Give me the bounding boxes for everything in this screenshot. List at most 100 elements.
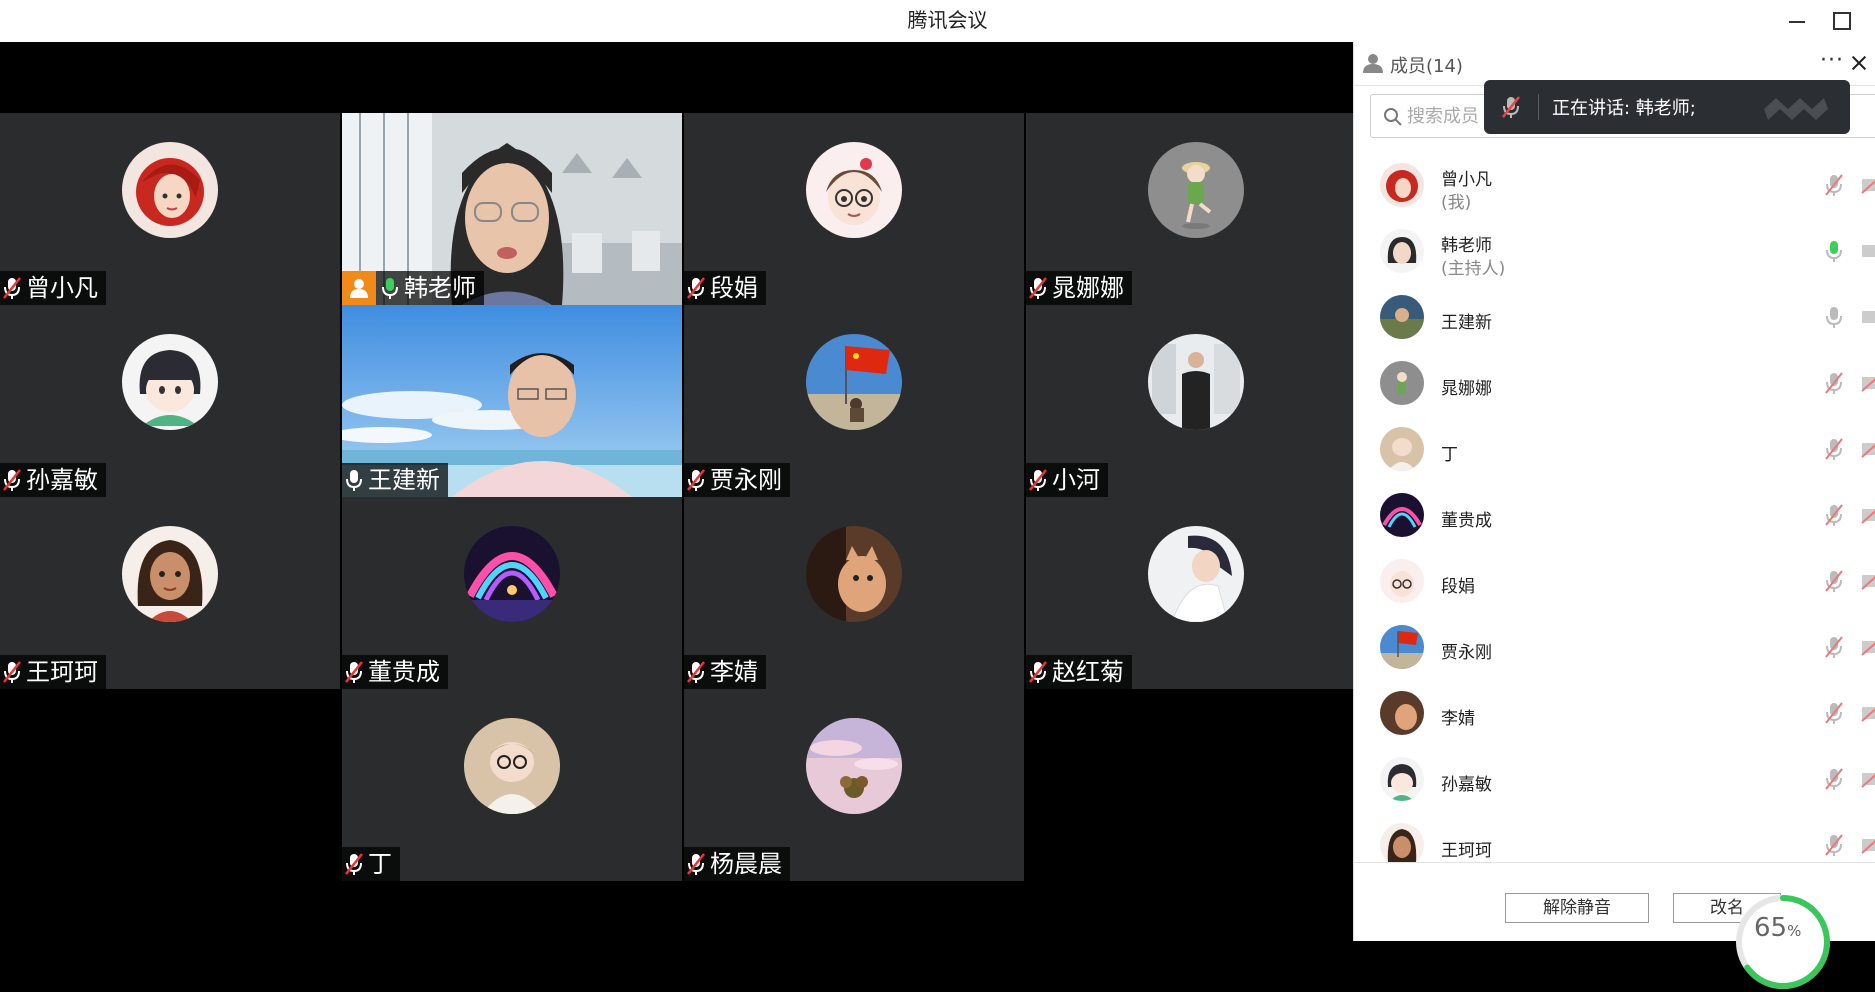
member-avatar — [1380, 229, 1424, 273]
participant-name: 小河 — [1052, 466, 1100, 494]
mic-muted-icon — [686, 275, 706, 301]
video-tile[interactable]: 曾小凡 — [0, 113, 340, 305]
member-name: 董贵成 — [1441, 511, 1492, 531]
member-list: 曾小凡 (我) 韩老师 (主持人) 王建新 晁娜娜 丁 董贵成 段娟 贾永刚 李… — [1354, 152, 1875, 902]
camera-off-icon[interactable] — [1860, 704, 1875, 722]
camera-off-icon[interactable] — [1860, 176, 1875, 194]
mic-muted-icon — [686, 467, 706, 493]
video-tile[interactable]: 孙嘉敏 — [0, 305, 340, 497]
video-tile[interactable]: 王建新 — [342, 305, 682, 497]
mic-muted-icon[interactable] — [1823, 700, 1845, 726]
member-row[interactable]: 孙嘉敏 — [1354, 746, 1875, 812]
close-icon[interactable] — [1846, 48, 1872, 78]
camera-off-icon[interactable] — [1860, 572, 1875, 590]
mic-muted-icon — [1028, 467, 1048, 493]
camera-off-icon[interactable] — [1860, 770, 1875, 788]
speaking-toast: 正在讲话: 韩老师; — [1484, 80, 1850, 134]
avatar — [122, 334, 218, 430]
camera-off-icon[interactable] — [1860, 440, 1875, 458]
member-row[interactable]: 董贵成 — [1354, 482, 1875, 548]
mic-muted-icon — [1028, 659, 1048, 685]
mic-muted-icon[interactable] — [1500, 94, 1522, 120]
video-tile[interactable]: 赵红菊 — [1026, 497, 1366, 689]
speaking-text: 正在讲话: 韩老师; — [1552, 98, 1696, 119]
user-icon — [1363, 54, 1383, 73]
member-avatar — [1380, 361, 1424, 405]
name-plate: 董贵成 — [342, 655, 448, 689]
avatar — [464, 718, 560, 814]
name-plate: 晁娜娜 — [1026, 271, 1132, 305]
avatar — [1148, 334, 1244, 430]
member-avatar — [1380, 559, 1424, 603]
video-tile[interactable]: 贾永刚 — [684, 305, 1024, 497]
minimize-icon[interactable] — [1780, 6, 1814, 36]
unmute-button[interactable]: 解除静音 — [1505, 893, 1649, 923]
avatar — [806, 142, 902, 238]
mic-icon[interactable] — [1823, 304, 1845, 330]
video-tile[interactable]: 丁 — [342, 689, 682, 881]
participant-name: 丁 — [368, 850, 392, 878]
name-plate: 小河 — [1026, 463, 1108, 497]
mic-muted-icon[interactable] — [1823, 502, 1845, 528]
name-plate: 丁 — [342, 847, 400, 881]
participant-name: 韩老师 — [404, 274, 476, 302]
mic-icon — [344, 467, 364, 493]
avatar — [122, 142, 218, 238]
video-tile[interactable]: 杨晨晨 — [684, 689, 1024, 881]
member-row[interactable]: 李婧 — [1354, 680, 1875, 746]
mic-muted-icon[interactable] — [1823, 436, 1845, 462]
avatar — [806, 334, 902, 430]
video-tile[interactable]: 李婧 — [684, 497, 1024, 689]
camera-off-icon[interactable] — [1860, 638, 1875, 656]
more-icon[interactable]: ··· — [1820, 48, 1844, 73]
mic-muted-icon[interactable] — [1823, 832, 1845, 858]
member-avatar — [1380, 625, 1424, 669]
participant-name: 杨晨晨 — [710, 850, 782, 878]
participant-name: 王建新 — [368, 466, 440, 494]
video-tile[interactable]: 晁娜娜 — [1026, 113, 1366, 305]
video-tile[interactable]: 董贵成 — [342, 497, 682, 689]
video-tile[interactable]: 王珂珂 — [0, 497, 340, 689]
camera-off-icon[interactable] — [1860, 374, 1875, 392]
participant-name: 晁娜娜 — [1052, 274, 1124, 302]
member-row[interactable]: 韩老师 (主持人) — [1354, 218, 1875, 284]
camera-icon[interactable] — [1860, 242, 1875, 260]
toast-divider — [1538, 94, 1539, 120]
mic-muted-icon — [2, 275, 22, 301]
mic-muted-icon[interactable] — [1823, 172, 1845, 198]
member-row[interactable]: 贾永刚 — [1354, 614, 1875, 680]
name-plate: 李婧 — [684, 655, 766, 689]
search-icon — [1384, 108, 1402, 126]
mic-muted-icon — [344, 851, 364, 877]
member-avatar — [1380, 691, 1424, 735]
participant-name: 贾永刚 — [710, 466, 782, 494]
camera-off-icon[interactable] — [1860, 836, 1875, 854]
member-name: 曾小凡 — [1441, 170, 1492, 190]
member-avatar — [1380, 163, 1424, 207]
participant-name: 董贵成 — [368, 658, 440, 686]
name-plate: 杨晨晨 — [684, 847, 790, 881]
mic-on-icon[interactable] — [1823, 238, 1845, 264]
mic-muted-icon[interactable] — [1823, 370, 1845, 396]
member-row[interactable]: 王建新 — [1354, 284, 1875, 350]
mic-muted-icon[interactable] — [1823, 568, 1845, 594]
camera-icon[interactable] — [1860, 308, 1875, 326]
participant-name: 曾小凡 — [26, 274, 98, 302]
video-tile[interactable]: 小河 — [1026, 305, 1366, 497]
mic-muted-icon[interactable] — [1823, 634, 1845, 660]
member-row[interactable]: 丁 — [1354, 416, 1875, 482]
member-row[interactable]: 晁娜娜 — [1354, 350, 1875, 416]
name-plate: 赵红菊 — [1026, 655, 1132, 689]
member-row[interactable]: 段娟 — [1354, 548, 1875, 614]
progress-value: 65% — [1754, 913, 1802, 943]
mic-muted-icon — [686, 659, 706, 685]
maximize-icon[interactable] — [1823, 6, 1857, 36]
camera-off-icon[interactable] — [1860, 506, 1875, 524]
member-row[interactable]: 曾小凡 (我) — [1354, 152, 1875, 218]
video-tile[interactable]: 段娟 — [684, 113, 1024, 305]
member-avatar — [1380, 427, 1424, 471]
member-avatar — [1380, 493, 1424, 537]
member-name: 王珂珂 — [1441, 841, 1492, 861]
mic-muted-icon[interactable] — [1823, 766, 1845, 792]
video-tile[interactable]: 韩老师 — [342, 113, 682, 305]
